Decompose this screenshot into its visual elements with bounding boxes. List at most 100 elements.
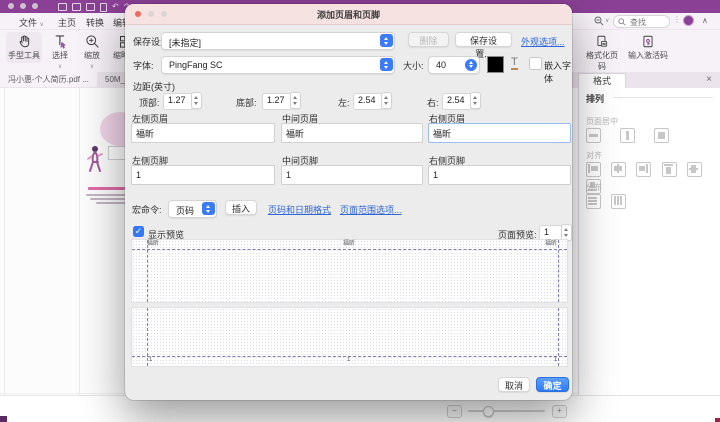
ok-button[interactable]: 确定	[536, 377, 569, 392]
left-header-input[interactable]	[131, 123, 275, 143]
hand-tool-button[interactable]: 手型工具	[6, 32, 42, 63]
distribute-icons	[586, 194, 636, 211]
corner-artifact	[715, 418, 720, 422]
middle-header-input[interactable]	[281, 123, 423, 143]
right-margin-guide	[558, 308, 559, 366]
corner-artifact	[0, 416, 7, 422]
align-middle-icon[interactable]	[687, 162, 702, 177]
margin-top-label: 顶部:	[139, 96, 160, 109]
search-icon	[618, 18, 626, 26]
font-size-combo[interactable]: 40	[428, 56, 480, 74]
zoom-in-button[interactable]: +	[552, 405, 567, 418]
chevron-down-icon[interactable]: ∨	[90, 64, 94, 70]
macro-label: 宏命令:	[132, 203, 162, 216]
menu-home[interactable]: 主页	[58, 16, 76, 29]
appearance-options-link[interactable]: 外观选项...	[521, 35, 565, 48]
font-label: 字体:	[133, 59, 154, 72]
chevron-down-icon[interactable]: ∨	[605, 17, 609, 24]
zoom-out-button[interactable]: −	[447, 405, 462, 418]
align-right-icon[interactable]	[636, 162, 651, 177]
margin-top-stepper[interactable]	[191, 92, 202, 109]
underline-style-icon[interactable]: T	[511, 56, 518, 70]
distribute-horizontal-icon[interactable]	[586, 194, 601, 209]
margin-left-stepper[interactable]	[381, 92, 392, 109]
margin-bottom-field[interactable]: 1.27	[262, 93, 292, 110]
print-icon[interactable]	[86, 3, 95, 11]
document-icon[interactable]	[100, 3, 107, 12]
open-file-icon[interactable]	[58, 3, 67, 11]
font-popup[interactable]: PingFang SC	[161, 56, 395, 74]
page-range-options-link[interactable]: 页面范围选项...	[340, 203, 402, 216]
save-icon[interactable]	[72, 3, 81, 11]
align-center-icon[interactable]	[611, 162, 626, 177]
format-panel-tab[interactable]: 格式	[578, 73, 626, 89]
tool-label: 选择	[46, 50, 74, 61]
preview-footer-right: 1	[554, 357, 557, 364]
macro-value: 页码	[176, 204, 194, 217]
center-both-icon[interactable]	[654, 128, 669, 143]
align-top-icon[interactable]	[662, 162, 677, 177]
application-window: ↶ ↷ 文件 ∨ 主页 转换 编辑 ∨ ⋮ ∧ 手型工具 选择 ∨	[0, 0, 720, 421]
margin-top-field[interactable]: 1.27	[163, 93, 193, 110]
embed-font-label: 嵌入字体	[544, 59, 572, 85]
margin-right-stepper[interactable]	[470, 92, 481, 109]
search-box[interactable]	[613, 15, 670, 28]
zoom-tool-button[interactable]: 缩放 ∨	[78, 32, 106, 72]
menu-convert[interactable]: 转换	[86, 16, 104, 29]
right-margin-guide	[558, 240, 559, 302]
preview-footer-left: 1	[149, 357, 152, 364]
undo-icon[interactable]: ↶	[112, 0, 119, 13]
font-value: PingFang SC	[169, 60, 223, 70]
macro-popup[interactable]: 页码	[168, 200, 217, 218]
close-panel-icon[interactable]: ×	[706, 74, 712, 85]
account-avatar[interactable]	[683, 15, 694, 26]
save-settings-button[interactable]: 保存设置...	[455, 32, 512, 47]
zoom-tool-icon[interactable]	[594, 16, 604, 26]
page-center-group-label: 页面居中	[586, 116, 618, 127]
distribute-vertical-icon[interactable]	[611, 194, 626, 209]
zoom-slider-track[interactable]	[468, 410, 545, 412]
center-vertical-icon[interactable]	[586, 128, 601, 143]
top-margin-guide	[132, 249, 567, 250]
hand-icon	[17, 34, 32, 49]
app-minimize-button[interactable]	[20, 3, 26, 9]
popup-chevrons-icon	[465, 59, 477, 71]
select-tool-button[interactable]: 选择 ∨	[46, 32, 74, 72]
app-zoom-button[interactable]	[32, 3, 38, 9]
left-margin-guide	[147, 308, 148, 366]
right-header-input[interactable]	[428, 123, 571, 143]
center-horizontal-icon[interactable]	[620, 128, 635, 143]
document-tab[interactable]: 冯小惠-个人简历.pdf ...	[0, 72, 105, 87]
font-size-value: 40	[436, 60, 446, 70]
zoom-slider-knob[interactable]	[483, 406, 494, 417]
menu-file[interactable]: 文件 ∨	[19, 16, 44, 29]
tool-label: 手型工具	[6, 50, 42, 61]
align-left-icon[interactable]	[586, 162, 601, 177]
right-footer-input[interactable]	[428, 165, 571, 185]
margin-bottom-stepper[interactable]	[290, 92, 301, 109]
left-footer-input[interactable]	[131, 165, 275, 185]
collapse-ribbon-icon[interactable]: ∧	[702, 16, 708, 25]
margin-left-field[interactable]: 2.54	[353, 93, 383, 110]
magnifier-plus-icon	[85, 34, 100, 49]
delete-button[interactable]: 删除	[408, 32, 449, 47]
middle-footer-input[interactable]	[281, 165, 423, 185]
insert-button[interactable]: 插入	[225, 200, 257, 215]
margin-bottom-label: 底部:	[236, 96, 257, 109]
font-color-swatch[interactable]	[487, 56, 504, 73]
search-input[interactable]	[628, 16, 670, 28]
enter-activation-code-button[interactable]: 输入激活码	[628, 32, 668, 63]
page-number-icon	[595, 34, 609, 49]
divider: ⋮	[673, 15, 681, 24]
embed-font-checkbox[interactable]	[529, 57, 542, 70]
margin-right-field[interactable]: 2.54	[442, 93, 472, 110]
page-number-date-format-link[interactable]: 页码和日期格式	[268, 203, 331, 216]
save-settings-popup[interactable]: [未指定]	[161, 32, 395, 50]
cancel-button[interactable]: 取消	[498, 377, 530, 392]
show-preview-checkbox[interactable]: ✓	[133, 226, 144, 237]
preview-page-top: 福昕 福昕 福昕	[131, 239, 568, 303]
chevron-down-icon[interactable]: ∨	[58, 64, 62, 70]
format-page-number-button[interactable]: 格式化页码	[584, 32, 620, 74]
app-close-button[interactable]	[8, 3, 14, 9]
margins-title: 边距(英寸)	[133, 80, 175, 93]
